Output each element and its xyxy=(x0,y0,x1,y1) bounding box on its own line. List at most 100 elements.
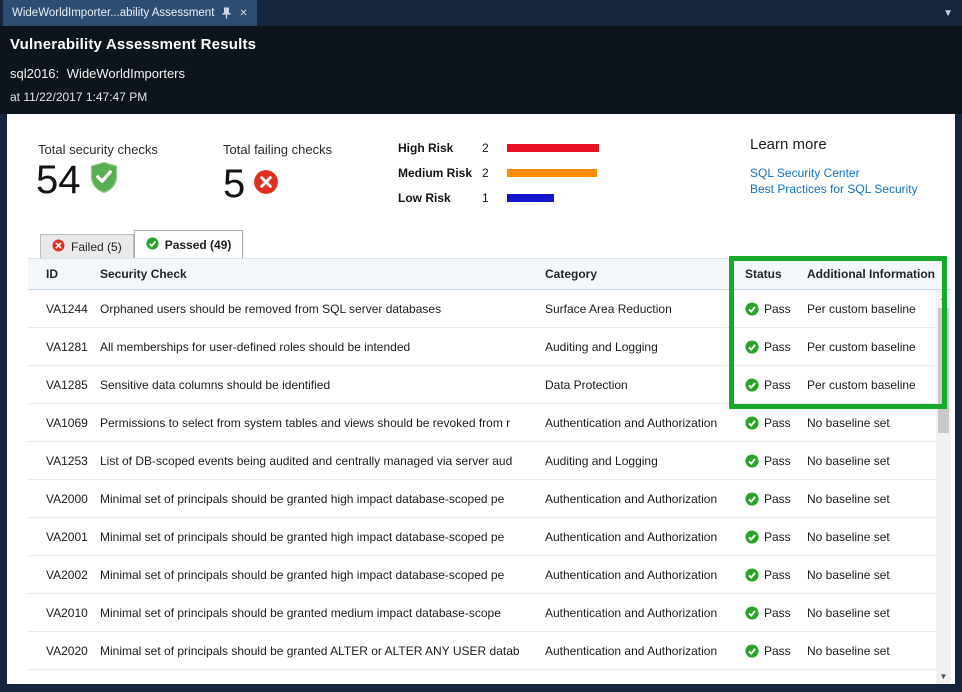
document-tab-title: WideWorldImporter...ability Assessment xyxy=(12,7,214,19)
table-row[interactable]: VA1069Permissions to select from system … xyxy=(28,404,951,442)
status-text: Pass xyxy=(764,644,791,658)
status-text: Pass xyxy=(764,302,791,316)
security-check-cell: Minimal set of principals should be gran… xyxy=(100,492,545,506)
table-row[interactable]: VA2020Minimal set of principals should b… xyxy=(28,632,951,670)
status-cell: Pass xyxy=(745,302,807,316)
close-icon[interactable]: ✕ xyxy=(239,8,247,19)
pin-icon[interactable] xyxy=(222,7,231,19)
category-cell: Authentication and Authorization xyxy=(545,568,745,582)
status-cell: Pass xyxy=(745,568,807,582)
document-tab-strip: WideWorldImporter...ability Assessment ✕… xyxy=(0,0,962,26)
server-line: sql2016: WideWorldImporters xyxy=(10,66,962,81)
risk-count: 2 xyxy=(482,141,506,155)
table-header: ID Security Check Category Status Additi… xyxy=(28,258,951,290)
pass-icon xyxy=(745,454,759,468)
status-text: Pass xyxy=(764,492,791,506)
column-header-category[interactable]: Category xyxy=(545,267,745,281)
risk-label: High Risk xyxy=(398,141,482,155)
additional-information-cell: No baseline set xyxy=(807,606,951,620)
additional-information-cell: No baseline set xyxy=(807,416,951,430)
status-text: Pass xyxy=(764,454,791,468)
id-cell: VA1285 xyxy=(46,378,100,392)
table-row[interactable]: VA2001Minimal set of principals should b… xyxy=(28,518,951,556)
pass-icon xyxy=(745,568,759,582)
security-check-cell: List of DB-scoped events being audited a… xyxy=(100,454,545,468)
tab-passed[interactable]: Passed (49) xyxy=(134,230,244,258)
failing-checks-value: 5 xyxy=(223,164,245,204)
category-cell: Authentication and Authorization xyxy=(545,416,745,430)
table-row[interactable]: VA2000Minimal set of principals should b… xyxy=(28,480,951,518)
status-cell: Pass xyxy=(745,606,807,620)
chevron-down-icon[interactable]: ▼ xyxy=(943,0,953,26)
server-name: sql2016: xyxy=(10,66,59,81)
vertical-scrollbar[interactable]: ▲ ▼ xyxy=(936,290,951,684)
pass-icon xyxy=(745,492,759,506)
status-text: Pass xyxy=(764,378,791,392)
risk-row-medium: Medium Risk 2 xyxy=(398,160,708,185)
table-row[interactable]: VA1285Sensitive data columns should be i… xyxy=(28,366,951,404)
security-check-cell: Orphaned users should be removed from SQ… xyxy=(100,302,545,316)
column-header-id[interactable]: ID xyxy=(46,267,100,281)
id-cell: VA2020 xyxy=(46,644,100,658)
pass-icon xyxy=(745,644,759,658)
table-row[interactable]: VA1244Orphaned users should be removed f… xyxy=(28,290,951,328)
risk-row-high: High Risk 2 xyxy=(398,135,708,160)
column-header-security-check[interactable]: Security Check xyxy=(100,267,545,281)
security-check-cell: Minimal set of principals should be gran… xyxy=(100,644,545,658)
table-row[interactable]: VA1253List of DB-scoped events being aud… xyxy=(28,442,951,480)
fail-circle-icon xyxy=(253,169,279,200)
results-header: Vulnerability Assessment Results sql2016… xyxy=(0,26,962,114)
page-title: Vulnerability Assessment Results xyxy=(10,36,962,53)
document-tab[interactable]: WideWorldImporter...ability Assessment ✕ xyxy=(3,0,257,26)
additional-information-cell: Per custom baseline xyxy=(807,378,951,392)
category-cell: Authentication and Authorization xyxy=(545,492,745,506)
pass-icon xyxy=(146,237,159,253)
security-check-cell: Minimal set of principals should be gran… xyxy=(100,606,545,620)
category-cell: Data Protection xyxy=(545,378,745,392)
scroll-up-icon[interactable]: ▲ xyxy=(936,290,951,305)
risk-label: Medium Risk xyxy=(398,166,482,180)
database-name: WideWorldImporters xyxy=(67,66,185,81)
additional-information-cell: No baseline set xyxy=(807,568,951,582)
result-tabs: Failed (5) Passed (49) xyxy=(40,230,243,258)
risk-bar-low xyxy=(507,194,554,202)
status-cell: Pass xyxy=(745,340,807,354)
status-cell: Pass xyxy=(745,378,807,392)
link-sql-security-center[interactable]: SQL Security Center xyxy=(750,165,918,181)
status-cell: Pass xyxy=(745,492,807,506)
id-cell: VA2000 xyxy=(46,492,100,506)
pass-icon xyxy=(745,378,759,392)
pass-icon xyxy=(745,530,759,544)
tab-failed[interactable]: Failed (5) xyxy=(40,234,134,258)
table-row[interactable]: VA2002Minimal set of principals should b… xyxy=(28,556,951,594)
tab-failed-label: Failed (5) xyxy=(71,240,122,254)
category-cell: Surface Area Reduction xyxy=(545,302,745,316)
total-checks-label: Total security checks xyxy=(38,142,158,157)
id-cell: VA2002 xyxy=(46,568,100,582)
status-text: Pass xyxy=(764,606,791,620)
column-header-status[interactable]: Status xyxy=(745,267,807,281)
fail-icon xyxy=(52,239,65,255)
additional-information-cell: Per custom baseline xyxy=(807,340,951,354)
risk-label: Low Risk xyxy=(398,191,482,205)
status-cell: Pass xyxy=(745,454,807,468)
tab-passed-label: Passed (49) xyxy=(165,238,232,252)
security-check-cell: All memberships for user-defined roles s… xyxy=(100,340,545,354)
column-header-additional-information[interactable]: Additional Information xyxy=(807,267,951,281)
table-row[interactable]: VA1281All memberships for user-defined r… xyxy=(28,328,951,366)
security-check-cell: Sensitive data columns should be identif… xyxy=(100,378,545,392)
risk-bar-high xyxy=(507,144,599,152)
scroll-down-icon[interactable]: ▼ xyxy=(936,669,951,684)
scrollbar-thumb[interactable] xyxy=(938,308,949,433)
link-best-practices-sql-security[interactable]: Best Practices for SQL Security xyxy=(750,181,918,197)
table-row[interactable]: VA2010Minimal set of principals should b… xyxy=(28,594,951,632)
risk-count: 1 xyxy=(482,191,506,205)
table-body: VA1244Orphaned users should be removed f… xyxy=(28,290,951,670)
total-checks-value-row: 54 xyxy=(36,160,119,200)
security-check-cell: Permissions to select from system tables… xyxy=(100,416,545,430)
risk-count: 2 xyxy=(482,166,506,180)
status-cell: Pass xyxy=(745,416,807,430)
additional-information-cell: No baseline set xyxy=(807,454,951,468)
additional-information-cell: No baseline set xyxy=(807,530,951,544)
content-area: Total security checks 54 Total failing c… xyxy=(7,114,955,684)
